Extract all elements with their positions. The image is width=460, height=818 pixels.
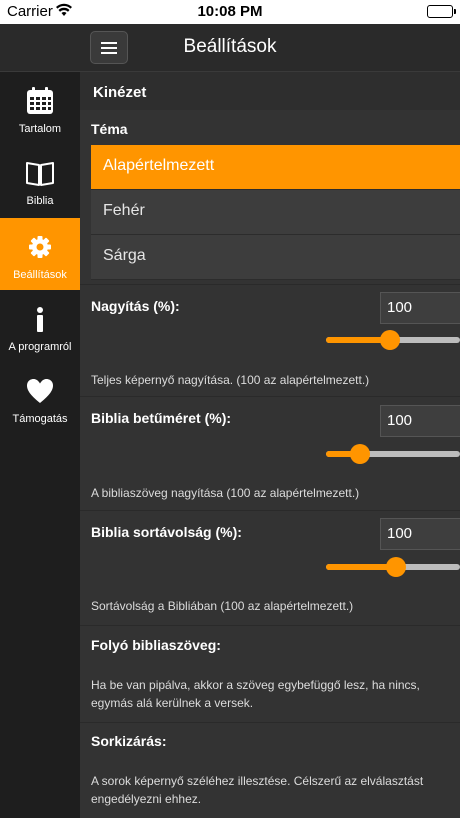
font-size-value-field[interactable]: 100 [380,405,460,437]
setting-description: Ha be van pipálva, akkor a szöveg egybef… [91,678,420,710]
setting-zoom: Nagyítás (%): 100 Teljes képernyő nagyít… [80,284,460,395]
setting-justification[interactable]: Sorkizárás: A sorok képernyő széléhez il… [80,722,460,818]
info-icon [37,307,43,332]
theme-option-label: Fehér [103,202,145,219]
zoom-slider[interactable] [326,330,460,350]
setting-description: A sorok képernyő széléhez illesztése. Cé… [91,774,424,806]
font-size-slider[interactable] [326,444,460,464]
theme-option-alapertelmezett[interactable]: Alapértelmezett [91,145,460,190]
line-spacing-value-field[interactable]: 100 [380,518,460,550]
slider-knob[interactable] [350,444,370,464]
sidebar-item-a-programrol[interactable]: A programról [0,290,80,362]
sidebar-item-label: A programról [8,341,72,353]
status-bar: Carrier 10:08 PM [0,0,460,24]
book-icon [26,162,54,186]
sidebar-item-beallitasok[interactable]: Beállítások [0,218,80,290]
theme-option-sarga[interactable]: Sárga [91,235,460,280]
theme-option-label: Alapértelmezett [103,157,215,174]
sidebar-item-label: Támogatás [12,413,68,425]
setting-name: Nagyítás (%): [91,298,180,314]
zoom-value-field[interactable]: 100 [380,292,460,324]
sidebar-item-label: Biblia [26,195,54,207]
setting-name: Biblia sortávolság (%): [91,524,242,540]
gear-icon [29,236,51,258]
setting-name: Sorkizárás: [91,733,167,749]
setting-line-spacing: Biblia sortávolság (%): 100 Sortávolság … [80,510,460,624]
setting-font-size: Biblia betűméret (%): 100 A bibliaszöveg… [80,396,460,509]
header: Beállítások [80,24,460,72]
sidebar-item-biblia[interactable]: Biblia [0,144,80,216]
setting-name: Folyó bibliaszöveg: [91,637,221,653]
line-spacing-slider[interactable] [326,557,460,577]
sidebar-item-label: Beállítások [13,269,67,281]
setting-description: A bibliaszöveg nagyítása (100 az alapért… [91,486,360,500]
calendar-icon [27,87,53,114]
setting-name: Biblia betűméret (%): [91,410,232,426]
theme-option-label: Sárga [103,247,146,264]
battery-icon [427,5,456,18]
slider-knob[interactable] [380,330,400,350]
theme-option-feher[interactable]: Fehér [91,190,460,235]
sidebar-item-tamogatas[interactable]: Támogatás [0,362,80,434]
sidebar: Tartalom Biblia Beállítások A programról [0,24,80,818]
slider-knob[interactable] [386,557,406,577]
setting-description: Teljes képernyő nagyítása. (100 az alapé… [91,373,370,387]
sidebar-item-tartalom[interactable]: Tartalom [0,72,80,144]
page-title: Beállítások [183,36,277,57]
clock: 10:08 PM [197,3,263,20]
setting-flowing-text[interactable]: Folyó bibliaszöveg: Ha be van pipálva, a… [80,625,460,721]
settings-content[interactable]: Kinézet Téma Alapértelmezett Fehér Sárga… [80,72,460,818]
theme-label: Téma [91,121,128,137]
heart-icon [27,379,53,403]
setting-description: Sortávolság a Bibliában (100 az alapérte… [91,599,354,613]
section-title: Kinézet [93,84,147,101]
sidebar-item-label: Tartalom [18,123,62,135]
